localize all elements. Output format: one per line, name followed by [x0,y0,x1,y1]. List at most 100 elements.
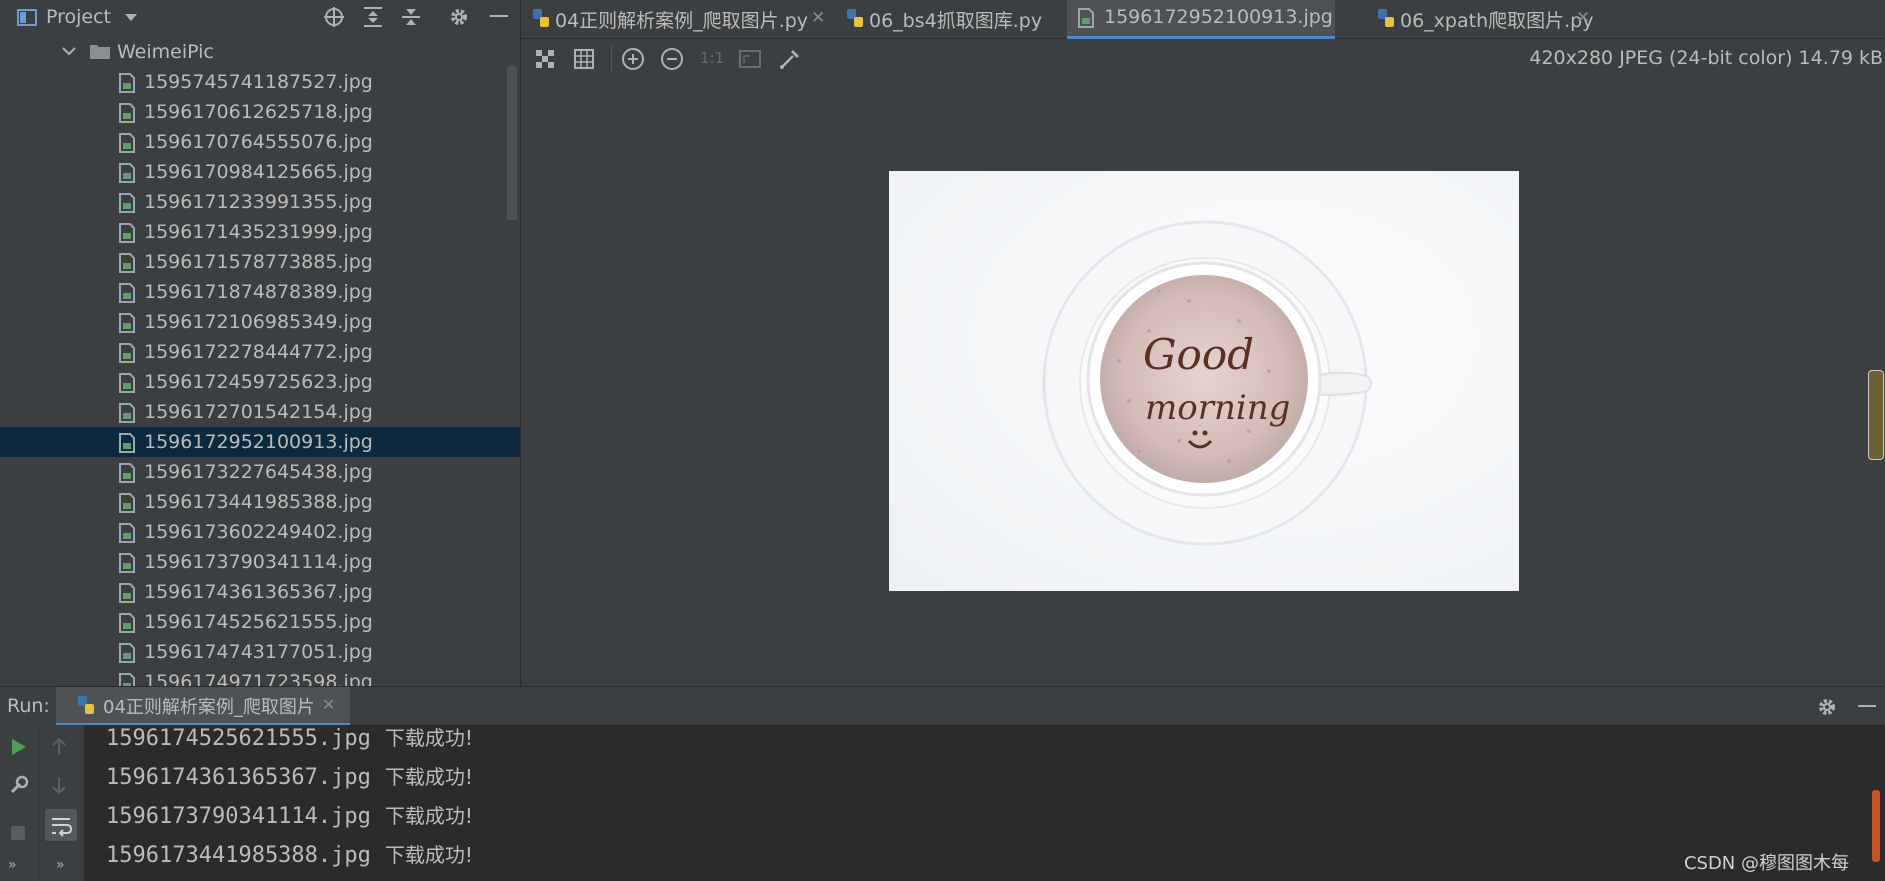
zoom-in-icon[interactable] [621,47,645,71]
tree-file-name: 1596171233991355.jpg [144,191,373,213]
tree-file-row[interactable]: 1596173441985388.jpg [0,487,520,517]
gear-icon[interactable] [1816,696,1838,718]
project-panel: Project WeimeiPic 1595745741187527.jpg 15… [0,0,520,686]
tree-file-row[interactable]: 1596174361365367.jpg [0,577,520,607]
tab-label: 06_xpath爬取图片.py [1400,10,1594,32]
tree-file-row[interactable]: 1596174743177051.jpg [0,637,520,667]
tab-regex-crawler[interactable]: 04正则解析案例_爬取图片.py ✕ [521,0,826,36]
tree-file-row[interactable]: 1595745741187527.jpg [0,67,520,97]
tree-file-row[interactable]: 1596172701542154.jpg [0,397,520,427]
image-file-icon [118,463,136,483]
tab-xpath-crawler[interactable]: 06_xpath爬取图片.py ✕ [1366,0,1596,36]
image-file-icon [118,103,136,123]
image-file-icon [118,673,136,686]
tab-label: 1596172952100913.jpg [1104,6,1333,28]
image-preview: Good morning [889,171,1519,591]
tree-file-row[interactable]: 1596173602249402.jpg [0,517,520,547]
arrow-up-icon[interactable] [51,737,67,757]
tree-file-name: 1596170764555076.jpg [144,131,373,153]
tree-file-row[interactable]: 1596174971723598.jpg [0,667,520,686]
console-filename: 1596173441985388.jpg [106,843,371,868]
grid-icon[interactable] [572,47,596,71]
tree-file-row[interactable]: 1596170612625718.jpg [0,97,520,127]
tree-file-row[interactable]: 1596171435231999.jpg [0,217,520,247]
tab-image-file[interactable]: 1596172952100913.jpg [1067,0,1335,39]
editor-tabs: 04正则解析案例_爬取图片.py ✕ 06_bs4抓取图库.py ✕ 15961… [521,0,1885,39]
console-filename: 1596174361365367.jpg [106,765,371,790]
tree-scrollbar[interactable] [507,66,517,220]
tree-file-name: 1596174743177051.jpg [144,641,373,663]
more-icon[interactable]: » [8,857,17,873]
tree-file-name: 1596174525621555.jpg [144,611,373,633]
tree-file-row[interactable]: 1596172278444772.jpg [0,337,520,367]
latte-text-morning: morning [1145,388,1290,428]
color-picker-icon[interactable] [778,47,802,71]
editor-scroll-marker[interactable] [1868,370,1884,460]
tree-file-name: 1596171874878389.jpg [144,281,373,303]
image-file-icon [118,73,136,93]
tree-file-row[interactable]: 1596170764555076.jpg [0,127,520,157]
soft-wrap-button[interactable] [45,809,77,841]
tree-file-name: 1596173602249402.jpg [144,521,373,543]
tree-file-name: 1596173227645438.jpg [144,461,373,483]
image-file-icon [118,433,136,453]
image-file-icon [118,553,136,573]
image-file-icon [1077,8,1095,28]
run-tab[interactable]: 04正则解析案例_爬取图片 ✕ [56,687,350,726]
run-toolbar: » » [0,725,84,881]
minimize-icon[interactable] [1858,705,1876,707]
latte-text-good: Good [1143,330,1254,379]
console-message: 下载成功! [384,726,473,750]
tree-file-row[interactable]: 1596171578773885.jpg [0,247,520,277]
image-file-icon [118,373,136,393]
tree-file-row[interactable]: 1596171874878389.jpg [0,277,520,307]
coffee-photo: Good morning [889,171,1519,591]
image-file-icon [118,343,136,363]
tree-file-row[interactable]: 1596172952100913.jpg [0,427,520,457]
file-list: 1595745741187527.jpg 1596170612625718.jpg… [0,0,520,686]
wrench-icon[interactable] [9,775,29,795]
image-file-icon [118,163,136,183]
image-file-icon [118,583,136,603]
console-scrollbar[interactable] [1872,790,1880,862]
tree-file-row[interactable]: 1596173790341114.jpg [0,547,520,577]
stop-icon[interactable] [11,826,25,840]
tree-file-row[interactable]: 1596170984125665.jpg [0,157,520,187]
tree-file-row[interactable]: 1596173227645438.jpg [0,457,520,487]
arrow-down-icon[interactable] [51,775,67,795]
image-file-icon [118,403,136,423]
tab-bs4-crawler[interactable]: 06_bs4抓取图库.py ✕ [835,0,1085,36]
zoom-out-icon[interactable] [660,47,684,71]
image-file-icon [118,643,136,663]
close-icon[interactable]: ✕ [1576,8,1590,28]
tree-file-name: 1596171435231999.jpg [144,221,373,243]
tree-file-name: 1596172106985349.jpg [144,311,373,333]
console-line: 1596174525621555.jpg 下载成功! [106,722,473,751]
image-file-icon [118,223,136,243]
tree-file-name: 1596173441985388.jpg [144,491,373,513]
tab-label: 04正则解析案例_爬取图片.py [555,10,809,32]
close-icon[interactable]: ✕ [322,695,335,714]
tab-label: 06_bs4抓取图库.py [869,10,1043,32]
tree-file-name: 1596172459725623.jpg [144,371,373,393]
more-icon[interactable]: » [56,857,65,873]
run-label: Run: [7,695,50,717]
fit-to-window-icon[interactable] [533,47,557,71]
image-file-icon [118,523,136,543]
actual-size-button[interactable]: 1:1 [700,49,724,67]
tree-file-name: 1596172701542154.jpg [144,401,373,423]
image-file-icon [118,493,136,513]
tree-file-row[interactable]: 1596171233991355.jpg [0,187,520,217]
console-line: 1596174361365367.jpg 下载成功! [106,761,473,790]
close-icon[interactable]: ✕ [811,8,825,28]
console-line: 1596173441985388.jpg 下载成功! [106,839,473,868]
tree-file-row[interactable]: 1596172459725623.jpg [0,367,520,397]
tree-file-row[interactable]: 1596172106985349.jpg [0,307,520,337]
fit-zoom-icon[interactable] [738,47,762,71]
console-message: 下载成功! [384,765,473,789]
python-file-icon [531,8,551,28]
tree-file-name: 1596171578773885.jpg [144,251,373,273]
rerun-icon[interactable] [10,737,28,757]
console-filename: 1596174525621555.jpg [106,726,371,751]
tree-file-row[interactable]: 1596174525621555.jpg [0,607,520,637]
